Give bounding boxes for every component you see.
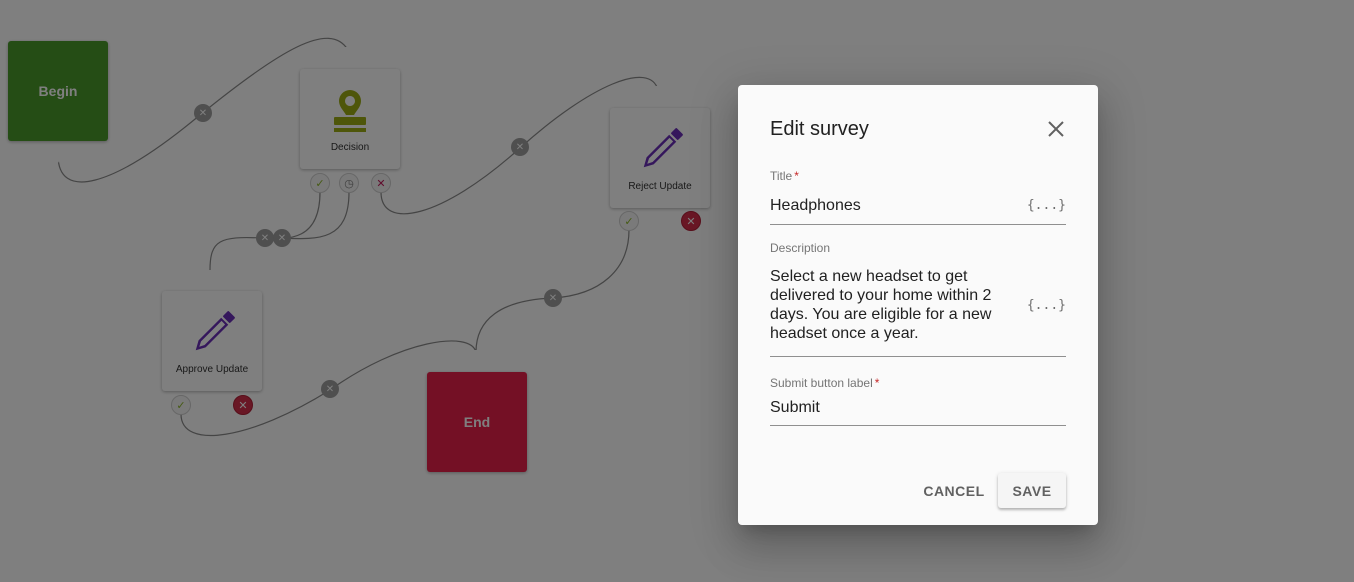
expression-button[interactable]: {...} xyxy=(1019,298,1066,313)
title-field-label: Title xyxy=(770,169,793,183)
required-mark: * xyxy=(874,376,880,390)
modal-backdrop[interactable] xyxy=(0,0,1354,582)
description-line: Select a new headset to get xyxy=(770,268,968,285)
description-line: headset once a year. xyxy=(770,325,919,342)
submit-label-field-label: Submit button label xyxy=(770,376,873,390)
expression-button[interactable]: {...} xyxy=(1019,198,1066,213)
submit-label-field: Submit button label * Submit xyxy=(770,376,1066,426)
required-mark: * xyxy=(794,169,799,183)
submit-label-input-value: Submit xyxy=(770,399,820,416)
description-input[interactable]: Select a new headset to get delivered to… xyxy=(770,255,1066,357)
close-icon[interactable] xyxy=(1044,117,1068,141)
edit-survey-dialog: Edit survey Title * Headphones {...} Desc… xyxy=(738,85,1098,525)
submit-label-input[interactable]: Submit xyxy=(770,390,1066,426)
description-field: Description Select a new headset to get … xyxy=(770,241,1066,357)
dialog-title: Edit survey xyxy=(770,118,869,140)
description-line: delivered to your home within 2 xyxy=(770,287,992,304)
description-field-label: Description xyxy=(770,241,831,255)
title-field: Title * Headphones {...} xyxy=(770,169,1066,225)
cancel-button[interactable]: CANCEL xyxy=(916,474,992,508)
description-line: days. You are eligible for a new xyxy=(770,306,992,323)
title-input-value: Headphones xyxy=(770,197,861,214)
description-input-value: Select a new headset to get delivered to… xyxy=(770,267,991,343)
save-button[interactable]: SAVE xyxy=(998,473,1066,508)
title-input[interactable]: Headphones {...} xyxy=(770,183,1066,225)
